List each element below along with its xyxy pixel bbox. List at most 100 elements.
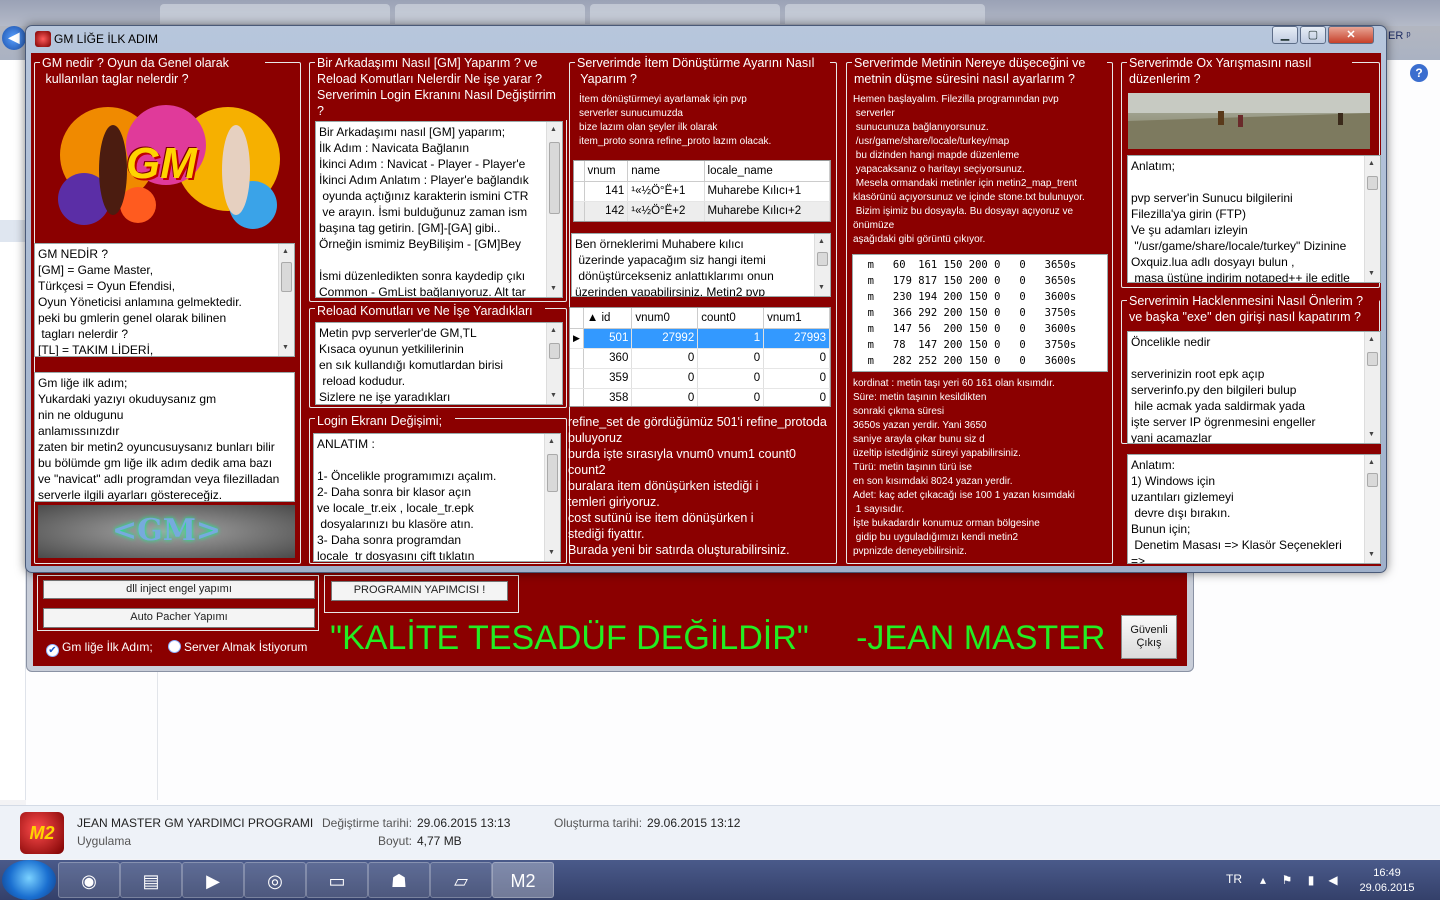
gm-yapma-textbox[interactable]: Bir Arkadaşımı nasıl [GM] yaparım; İlk A…: [315, 121, 563, 298]
browser-tab[interactable]: [160, 4, 390, 24]
scrollbar[interactable]: [1364, 156, 1380, 282]
media-player-icon[interactable]: ▶: [182, 862, 244, 898]
scrollbar[interactable]: [1364, 332, 1380, 443]
table-cell[interactable]: 0: [631, 348, 699, 369]
table-row[interactable]: 142 ¹«½Ö°Ë+2 Muharebe Kılıcı+2: [574, 201, 830, 221]
table-cell[interactable]: 0: [763, 348, 830, 369]
scrollbar[interactable]: [546, 122, 562, 297]
browser-tab[interactable]: [785, 4, 985, 24]
row-header: [570, 308, 584, 329]
browser-tab[interactable]: [590, 4, 780, 24]
table-cell[interactable]: 0: [763, 388, 830, 406]
column-header[interactable]: vnum1: [763, 308, 830, 329]
safe-exit-button[interactable]: Güvenli Çıkış: [1121, 615, 1177, 659]
table-cell[interactable]: ¹«½Ö°Ë+2: [627, 201, 705, 221]
table-row[interactable]: 141 ¹«½Ö°Ë+1 Muharebe Kılıcı+1: [574, 181, 830, 202]
column-header[interactable]: vnum: [584, 161, 629, 182]
table-cell[interactable]: 0: [697, 348, 765, 369]
table-cell[interactable]: 359: [583, 368, 633, 389]
scrollbar[interactable]: [546, 323, 562, 404]
table-row[interactable]: 360 0 0 0: [570, 348, 830, 369]
table-cell[interactable]: 27993: [763, 328, 830, 349]
radio-server[interactable]: Server Almak İstiyorum: [168, 639, 307, 655]
column-header[interactable]: vnum0: [631, 308, 699, 329]
scrollbar[interactable]: [814, 234, 830, 296]
language-indicator[interactable]: TR: [1226, 872, 1242, 886]
table-cell[interactable]: 27992: [631, 328, 699, 349]
chrome-icon[interactable]: ◉: [58, 862, 120, 898]
table-cell[interactable]: 1: [697, 328, 765, 349]
row-header[interactable]: [574, 181, 585, 202]
auto-patcher-button[interactable]: Auto Pacher Yapımı: [43, 608, 315, 628]
table-cell[interactable]: ¹«½Ö°Ë+1: [627, 181, 705, 202]
table-row[interactable]: 358 0 0 0: [570, 388, 830, 406]
table-row[interactable]: ▶ 501 27992 1 27993: [570, 328, 830, 349]
row-header[interactable]: [574, 201, 585, 221]
scrollbar[interactable]: [1364, 455, 1380, 563]
tray-arrow-icon[interactable]: ▴: [1256, 873, 1270, 887]
computer-icon[interactable]: ▭: [306, 862, 368, 898]
stone-code-box[interactable]: m 60 161 150 200 0 0 3650s m 179 817 150…: [852, 254, 1108, 372]
hack-textbox[interactable]: Öncelikle nedir serverinizin root epk aç…: [1127, 331, 1381, 444]
table-cell[interactable]: Muharebe Kılıcı+1: [704, 181, 830, 202]
table-cell[interactable]: 0: [631, 388, 699, 406]
row-header[interactable]: [570, 368, 584, 389]
row-header[interactable]: [570, 348, 584, 369]
column-header[interactable]: ▲ id: [583, 308, 633, 329]
scrollbar[interactable]: [278, 244, 294, 356]
explorer-icon[interactable]: ▤: [120, 862, 182, 898]
gm-app-task-icon[interactable]: M2: [492, 862, 554, 898]
column-header[interactable]: name: [627, 161, 705, 182]
start-button[interactable]: [2, 860, 56, 900]
gm-yapma-text: Bir Arkadaşımı nasıl [GM] yaparım; İlk A…: [319, 125, 529, 298]
group-reload-title: Reload Komutları ve Ne İşe Yaradıkları: [315, 303, 545, 319]
refine-proto-grid[interactable]: ▲ id vnum0 count0 vnum1 ▶ 501 27992 1 27993 360 0 0…: [569, 307, 831, 407]
column-header[interactable]: count0: [697, 308, 765, 329]
radio-gm[interactable]: ✔ Gm liğe İlk Adım;: [46, 639, 153, 657]
back-button[interactable]: ◀: [2, 26, 26, 50]
clock[interactable]: 16:49 29.06.2015: [1352, 866, 1422, 896]
windows-textbox[interactable]: Anlatım: 1) Windows için uzantıları gizl…: [1127, 454, 1381, 564]
spy-icon[interactable]: ☗: [368, 862, 430, 898]
volume-icon[interactable]: ◀: [1326, 873, 1340, 887]
table-cell[interactable]: 141: [584, 181, 629, 202]
notes-icon[interactable]: ▱: [430, 862, 492, 898]
gm-nedir-textbox[interactable]: GM NEDİR ? [GM] = Game Master, Türkçesi …: [34, 243, 295, 357]
author-button[interactable]: PROGRAMIN YAPIMCISI !: [331, 581, 508, 601]
login-textbox[interactable]: ANLATIM : 1- Öncelikle programımızı açal…: [313, 433, 561, 562]
ox-textbox[interactable]: Anlatım; pvp server'in Sunucu bilgilerin…: [1127, 155, 1381, 283]
close-button[interactable]: ✕: [1328, 26, 1374, 44]
hack-text: Öncelikle nedir serverinizin root epk aç…: [1131, 335, 1316, 444]
scrollbar[interactable]: [544, 434, 560, 561]
browser-tab[interactable]: [395, 4, 585, 24]
dll-inject-button[interactable]: dll inject engel yapımı: [43, 580, 315, 599]
item-mid-textbox[interactable]: Ben örneklerimi Muhabere kılıcı üzerinde…: [571, 233, 831, 297]
metin-intro-text: Hemen başlayalım. Filezilla programından…: [853, 94, 1085, 245]
table-cell[interactable]: 0: [763, 368, 830, 389]
row-header[interactable]: [570, 388, 584, 406]
table-cell[interactable]: 0: [697, 388, 765, 406]
help-icon[interactable]: ?: [1410, 64, 1428, 82]
maximize-button[interactable]: ▢: [1300, 26, 1326, 44]
table-cell[interactable]: 360: [583, 348, 633, 369]
camera-app-icon[interactable]: ◎: [244, 862, 306, 898]
table-cell[interactable]: 0: [631, 368, 699, 389]
table-cell[interactable]: Muharebe Kılıcı+2: [704, 201, 830, 221]
item-proto-grid[interactable]: vnum name locale_name 141 ¹«½Ö°Ë+1 Muharebe K…: [573, 160, 831, 222]
group-gm-yapma-title: Bir Arkadaşımı Nasıl [GM] Yaparım ? ve R…: [315, 55, 567, 120]
row-header[interactable]: ▶: [570, 328, 584, 349]
network-icon[interactable]: ▮: [1304, 873, 1318, 887]
gm-intro-textbox[interactable]: Gm liğe ilk adım; Yukardaki yazıyı okudu…: [34, 372, 295, 502]
size-label: Boyut:: [378, 834, 413, 848]
table-row[interactable]: 359 0 0 0: [570, 368, 830, 389]
table-cell[interactable]: 0: [697, 368, 765, 389]
ox-screenshot-image: [1128, 93, 1370, 149]
table-cell[interactable]: 142: [584, 201, 629, 221]
reload-textbox[interactable]: Metin pvp serverler'de GM,TL Kısaca oyun…: [315, 322, 563, 405]
table-cell[interactable]: 358: [583, 388, 633, 406]
minimize-button[interactable]: ▁: [1272, 26, 1298, 44]
column-header[interactable]: locale_name: [704, 161, 830, 182]
gm-logo-image: GM: [38, 95, 295, 233]
table-cell[interactable]: 501: [583, 328, 633, 349]
flag-icon[interactable]: ⚑: [1280, 873, 1294, 887]
